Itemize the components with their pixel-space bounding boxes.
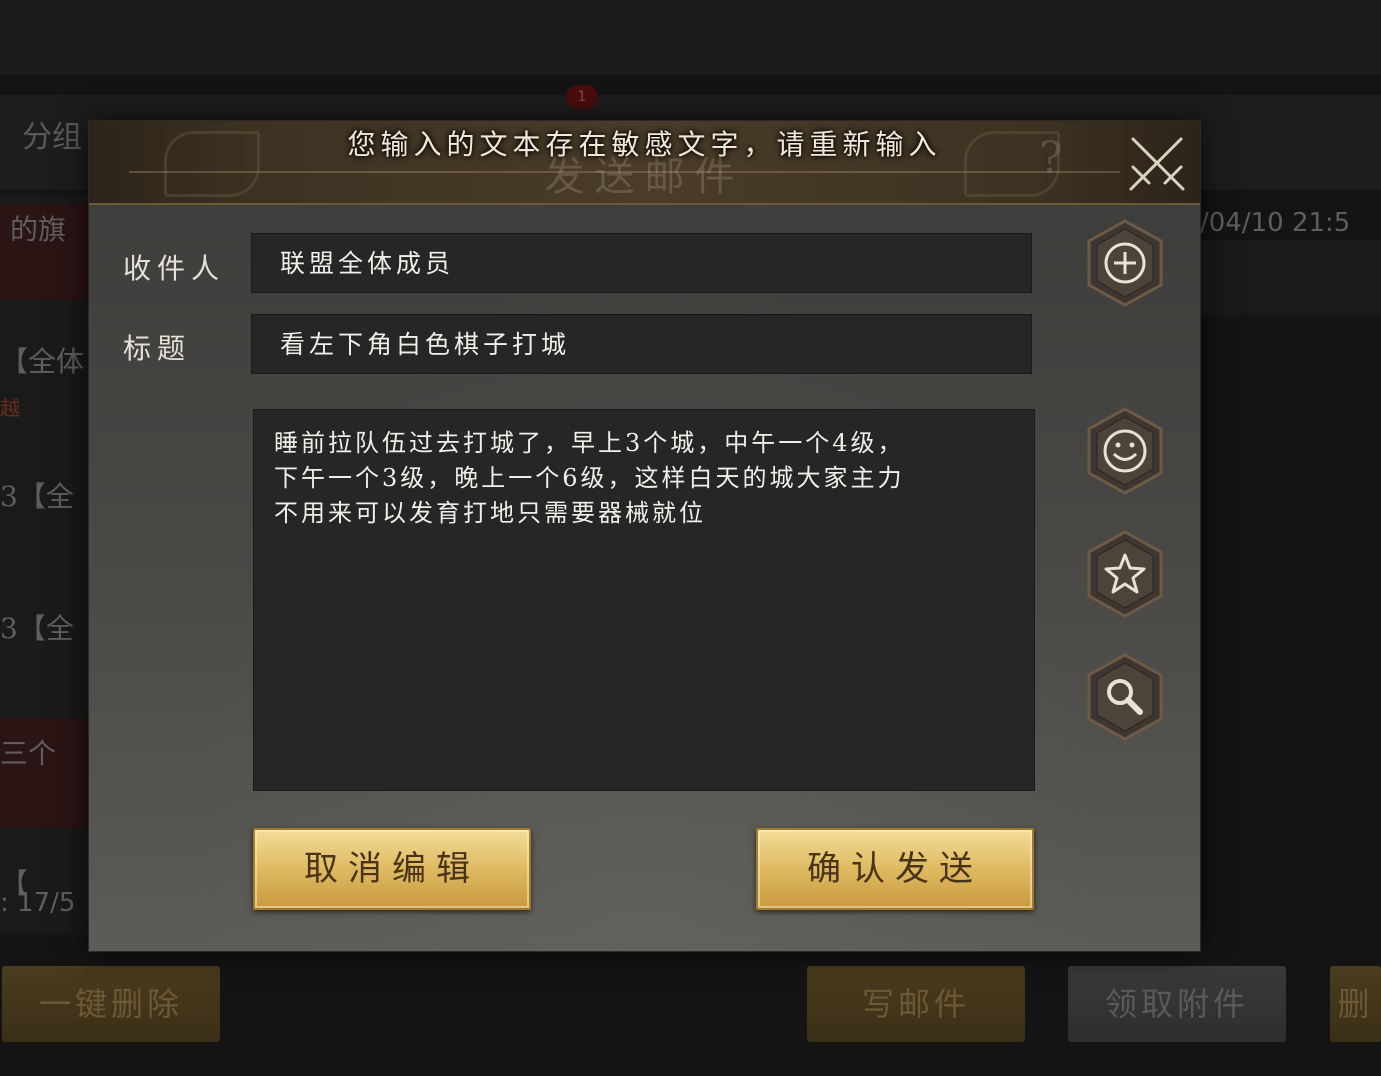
background-right-panel [1200,240,1381,315]
plus-circle-icon [1087,219,1163,307]
subject-field[interactable]: 看左下角白色棋子打城 [251,314,1032,374]
mail-list-item[interactable]: 3【全 [0,475,92,515]
mail-list-item[interactable]: 【全体 [0,340,92,380]
mail-list-item-label: 【全体 [0,345,85,378]
cancel-edit-button[interactable]: 取消编辑 [253,828,531,910]
recipient-label: 收件人 [123,252,226,285]
dialog-header: 发送邮件 您输入的文本存在敏感文字，请重新输入 ? [89,121,1200,205]
mail-list-item[interactable]: 的旗 [0,205,92,300]
write-mail-button[interactable]: 写邮件 [807,966,1025,1042]
emoji-button[interactable] [1087,407,1163,495]
favorite-button[interactable] [1087,530,1163,618]
sensitive-text-notice: 您输入的文本存在敏感文字，请重新输入 [347,128,942,161]
mail-list-item-sub: 越 [0,396,20,420]
send-mail-dialog: 发送邮件 您输入的文本存在敏感文字，请重新输入 ? 收件人 联盟全体成员 标题 … [88,120,1201,952]
mail-list-item[interactable]: 3【全 [0,607,92,647]
delete-all-button[interactable]: 一键删除 [2,966,220,1042]
confirm-send-button[interactable]: 确认发送 [756,828,1034,910]
crossed-swords-icon[interactable] [1125,133,1189,193]
mail-list-item-label: 3【全 [0,612,74,645]
background-tab-label[interactable]: 分组 [22,112,82,156]
unread-badge: 1 [566,85,598,109]
help-icon[interactable]: ? [1039,133,1063,184]
smiley-icon [1087,407,1163,495]
claim-attachments-button[interactable]: 领取附件 [1068,966,1286,1042]
mail-list-item-label: 三个 [0,737,57,770]
star-icon [1087,530,1163,618]
mail-count: : 17/5 [0,888,76,918]
mail-list-item-label: 3【全 [0,480,74,513]
recipient-field[interactable]: 联盟全体成员 [251,233,1032,293]
mail-date: /04/10 21:5 [1200,208,1351,238]
magnifier-icon [1087,653,1163,741]
search-button[interactable] [1087,653,1163,741]
mail-list-item[interactable]: 三个 [0,718,92,828]
subject-label: 标题 [123,332,192,365]
add-recipient-button[interactable] [1087,219,1163,307]
background-top-bar [0,0,1381,75]
mail-list-item-label: 的旗 [10,213,67,246]
delete-button[interactable]: 删 [1330,966,1381,1042]
mail-body-textarea[interactable]: 睡前拉队伍过去打城了，早上3个城，中午一个4级， 下午一个3级，晚上一个6级，这… [253,409,1035,791]
